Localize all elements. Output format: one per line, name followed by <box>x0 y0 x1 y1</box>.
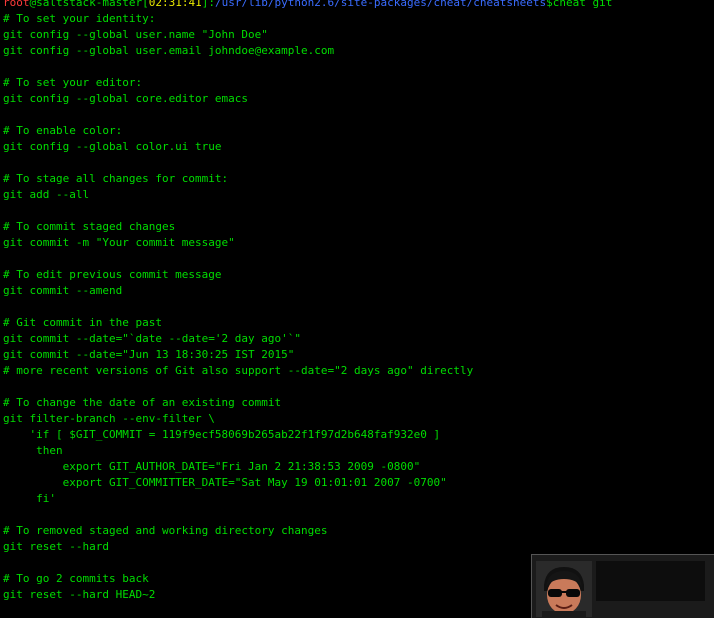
output-line: # To stage all changes for commit: <box>3 172 229 185</box>
output-line: git config --global core.editor emacs <box>3 92 249 105</box>
prompt-host: @saltstack-master <box>29 0 143 9</box>
prompt-user: root <box>3 0 30 9</box>
output-line: git add --all <box>3 188 90 201</box>
output-lines: # To set your identity: git config --glob… <box>3 11 713 603</box>
output-line: git commit --date="Jun 13 18:30:25 IST 2… <box>3 348 295 361</box>
output-line: then <box>3 444 63 457</box>
output-line: # To change the date of an existing comm… <box>3 396 282 409</box>
output-line: git commit --date="`date --date='2 day a… <box>3 332 302 345</box>
output-line: fi' <box>3 492 56 505</box>
prompt-command: cheat git <box>552 0 613 9</box>
output-line: git config --global user.email johndoe@e… <box>3 44 335 57</box>
terminal-output: root@saltstack-master[02:31:41]:/usr/lib… <box>3 0 713 603</box>
avatar <box>536 561 592 617</box>
terminal-window[interactable]: root@saltstack-master[02:31:41]:/usr/lib… <box>0 0 714 618</box>
output-line: git config --global user.name "John Doe" <box>3 28 268 41</box>
output-line: 'if [ $GIT_COMMIT = 119f9ecf58069b265ab2… <box>3 428 441 441</box>
output-line: # Git commit in the past <box>3 316 162 329</box>
overlay-panel <box>596 561 705 601</box>
output-line: git commit --amend <box>3 284 123 297</box>
output-line: # To set your identity: <box>3 12 156 25</box>
output-line: export GIT_AUTHOR_DATE="Fri Jan 2 21:38:… <box>3 460 421 473</box>
output-line: # To set your editor: <box>3 76 143 89</box>
prompt-time: 02:31:41 <box>148 0 202 9</box>
avatar-face-icon <box>536 561 592 617</box>
prompt-symbol: $ <box>546 0 553 9</box>
output-line: git filter-branch --env-filter \ <box>3 412 215 425</box>
output-line: git reset --hard <box>3 540 109 553</box>
prompt-path: /usr/lib/python2.6/site-packages/cheat/c… <box>214 0 547 9</box>
output-line: git config --global color.ui true <box>3 140 222 153</box>
output-line: # To removed staged and working director… <box>3 524 328 537</box>
output-line: # To enable color: <box>3 124 123 137</box>
video-overlay <box>531 554 714 618</box>
prompt-line: root@saltstack-master[02:31:41]:/usr/lib… <box>3 0 713 11</box>
output-line: # To edit previous commit message <box>3 268 222 281</box>
output-line: git commit -m "Your commit message" <box>3 236 235 249</box>
output-line: # To commit staged changes <box>3 220 176 233</box>
output-line: export GIT_COMMITTER_DATE="Sat May 19 01… <box>3 476 447 489</box>
output-line: # more recent versions of Git also suppo… <box>3 364 474 377</box>
